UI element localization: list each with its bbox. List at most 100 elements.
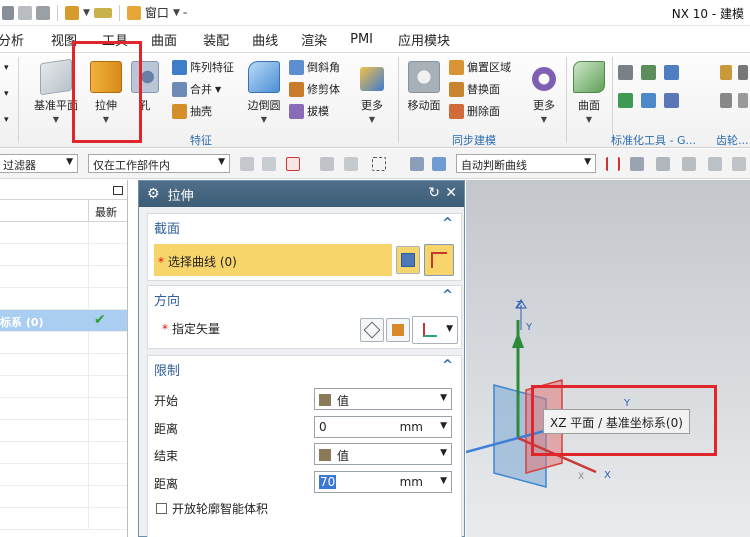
graphics-viewport[interactable]: Z Y Y X X [466, 180, 750, 537]
edge-blend-button[interactable]: 边倒圆 ▼ [244, 61, 284, 124]
chevron-down-icon: ▼ [446, 324, 453, 334]
more-sync-button[interactable]: 更多 ▼ [526, 61, 562, 124]
group-label-standard[interactable]: 标准化工具 - G... [611, 132, 696, 148]
curve-section-button[interactable] [424, 244, 454, 276]
copy-icon[interactable] [18, 5, 32, 20]
curve-rule-combo[interactable]: 自动判断曲线 ▼ [456, 154, 596, 173]
start-type-select[interactable]: 值 ▼ [314, 388, 452, 410]
scope-combo[interactable]: 仅在工作部件内 ▼ [88, 154, 230, 173]
sketch-section-button[interactable] [396, 246, 420, 274]
snap-icon[interactable] [240, 157, 254, 171]
tab-analysis[interactable]: 分析 [0, 30, 37, 49]
chevron-down-icon[interactable]: ▼ [83, 8, 90, 18]
reverse-direction-button[interactable] [360, 318, 384, 342]
dialog-title-bar[interactable]: ⚙ 拉伸 ↻ ✕ [139, 181, 464, 207]
std-tool-row-2[interactable] [618, 93, 679, 108]
filter-combo[interactable]: 过滤器 ▼ [0, 154, 78, 173]
gear-tool-row-2[interactable] [720, 93, 748, 108]
shell-button[interactable]: 抽壳 [172, 103, 212, 119]
undo-icon[interactable] [2, 5, 14, 20]
tab-render[interactable]: 渲染 [291, 30, 340, 49]
draft-button[interactable]: 拔模 [289, 103, 329, 119]
inferred-vector-dropdown[interactable]: ▼ [412, 316, 458, 344]
replace-face-button[interactable]: 替换面 [449, 81, 500, 97]
select-all-icon[interactable] [410, 157, 424, 171]
gear-icon[interactable]: ⚙ [147, 186, 160, 202]
window-icon[interactable] [126, 5, 141, 20]
start-distance-input[interactable]: 0 mm ▼ [314, 416, 452, 438]
divider [398, 57, 399, 143]
section-header[interactable]: 限制 ^ [148, 356, 461, 379]
end-type-select[interactable]: 值 ▼ [314, 443, 452, 465]
column-latest[interactable]: 最新 [95, 204, 117, 220]
tab-curve[interactable]: 曲线 [242, 30, 291, 49]
more-features-button[interactable]: 更多 ▼ [354, 61, 390, 124]
vector-dialog-button[interactable] [386, 318, 410, 342]
delete-face-button[interactable]: 删除面 [449, 103, 500, 119]
table-row[interactable] [0, 288, 127, 310]
snap-end-icon[interactable] [606, 157, 620, 171]
select-curve-label: 选择曲线 (0) [168, 255, 237, 269]
chevron-up-icon[interactable]: ^ [442, 358, 453, 373]
table-row[interactable] [0, 464, 127, 486]
gear-tool-row-1[interactable] [720, 65, 748, 80]
ribbon-left-stub[interactable]: ▾ [4, 63, 9, 73]
chevron-down-icon[interactable]: ▼ ₌ [173, 8, 188, 18]
table-row[interactable] [0, 508, 127, 530]
required-star-icon: * [158, 255, 164, 269]
box-select-icon[interactable] [372, 157, 386, 171]
close-icon[interactable]: ✕ [445, 185, 457, 201]
table-row[interactable] [0, 266, 127, 288]
ribbon-left-stub[interactable]: ▾ [4, 89, 9, 99]
curve-select-icon[interactable] [344, 157, 358, 171]
select-face-icon[interactable] [286, 157, 300, 171]
table-row[interactable] [0, 332, 127, 354]
table-row[interactable] [0, 398, 127, 420]
pointer-icon[interactable] [262, 157, 276, 171]
chevron-up-icon[interactable]: ^ [442, 216, 453, 231]
snap-arc-icon[interactable] [732, 157, 746, 171]
window-menu[interactable]: 窗口 [145, 4, 169, 21]
solid-body-icon[interactable] [432, 157, 446, 171]
end-distance-input[interactable]: 70 mm ▼ [314, 471, 452, 493]
combine-button[interactable]: 合并 ▼ [172, 81, 221, 97]
chevron-up-icon[interactable]: ^ [442, 288, 453, 303]
table-row[interactable] [0, 376, 127, 398]
surface-button[interactable]: 曲面 ▼ [570, 61, 608, 124]
section-header[interactable]: 方向 ^ [148, 286, 461, 309]
start-type-value: 值 [337, 394, 350, 408]
snap-angle-icon[interactable] [682, 157, 696, 171]
reset-icon[interactable]: ↻ [428, 185, 440, 201]
snap-curve-icon[interactable] [708, 157, 722, 171]
snap-line-icon[interactable] [656, 157, 670, 171]
table-row[interactable] [0, 354, 127, 376]
table-row[interactable] [0, 442, 127, 464]
select-curve-row[interactable]: * 选择曲线 (0) [154, 244, 392, 276]
chain-icon[interactable] [320, 157, 334, 171]
move-face-button[interactable]: 移动面 [402, 61, 446, 113]
tab-assembly[interactable]: 装配 [190, 30, 242, 49]
tab-pmi[interactable]: PMI [340, 32, 386, 47]
pattern-feature-button[interactable]: 阵列特征 [172, 59, 234, 75]
section-header[interactable]: 截面 ^ [148, 214, 461, 237]
tab-surface[interactable]: 曲面 [141, 30, 190, 49]
std-tool-row-1[interactable] [618, 65, 679, 80]
open-profile-checkbox[interactable] [156, 503, 167, 514]
maximize-icon[interactable] [113, 186, 123, 195]
book-icon[interactable] [65, 5, 79, 20]
paste-icon[interactable] [36, 5, 50, 20]
ribbon-left-stub[interactable]: ▾ [4, 115, 9, 125]
trim-body-button[interactable]: 修剪体 [289, 81, 340, 97]
snap-arrow-icon[interactable] [630, 157, 644, 171]
table-row[interactable] [0, 486, 127, 508]
tab-applications[interactable]: 应用模块 [386, 30, 463, 49]
table-row[interactable] [0, 222, 127, 244]
table-row[interactable] [0, 244, 127, 266]
gear-tool-icon [720, 65, 732, 80]
axis-label-x: X [604, 470, 611, 481]
table-row[interactable] [0, 420, 127, 442]
table-row-datum-csys[interactable]: 标系 (0) ✔ [0, 310, 127, 332]
brush-icon[interactable] [93, 7, 112, 18]
offset-region-button[interactable]: 偏置区域 [449, 59, 511, 75]
chamfer-button[interactable]: 倒斜角 [289, 59, 340, 75]
